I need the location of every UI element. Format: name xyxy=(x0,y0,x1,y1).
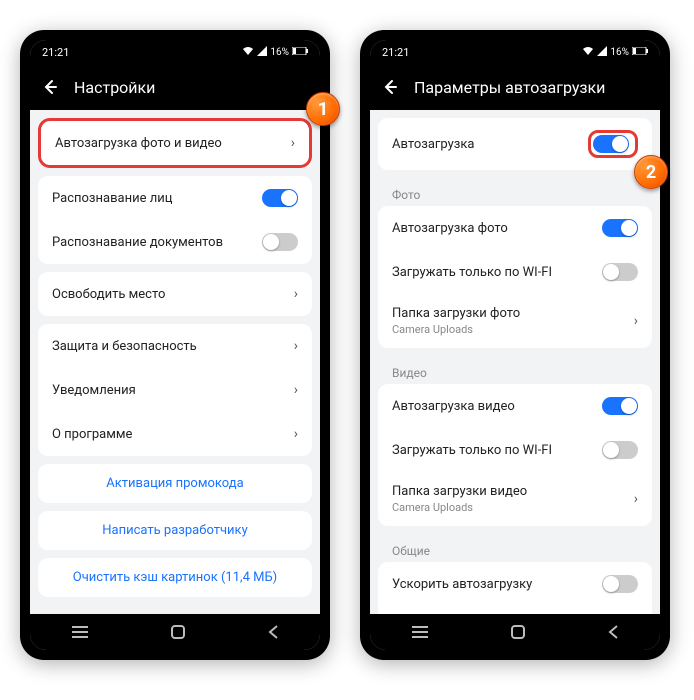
row-label: Загружать только по WI-FI xyxy=(392,265,602,280)
page-title: Настройки xyxy=(74,78,155,97)
chevron-right-icon: › xyxy=(294,286,298,302)
screen-1: 21:21 16% Настройки xyxy=(30,40,320,650)
security-row[interactable]: Защита и безопасность › xyxy=(38,324,312,368)
video-folder-row[interactable]: Папка загрузки видео Camera Uploads › xyxy=(378,472,652,526)
app-bar: Настройки xyxy=(30,64,320,110)
toggle-highlighted xyxy=(588,130,638,158)
signal-icon xyxy=(597,46,607,59)
doc-recognition-row[interactable]: Распознавание документов xyxy=(38,220,312,264)
status-bar: 21:21 16% xyxy=(30,40,320,64)
recognition-card: Распознавание лиц Распознавание документ… xyxy=(38,176,312,264)
status-icons: 16% xyxy=(242,46,308,59)
phone-frame-1: 21:21 16% Настройки xyxy=(20,30,330,660)
chevron-right-icon: › xyxy=(294,338,298,354)
autophoto-row[interactable]: Автозагрузка фото xyxy=(378,206,652,250)
chevron-right-icon: › xyxy=(294,426,298,442)
battery-text: 16% xyxy=(270,47,289,58)
row-label: Освободить место xyxy=(52,287,294,302)
section-video: Видео xyxy=(378,356,652,384)
autovideo-row[interactable]: Автозагрузка видео xyxy=(378,384,652,428)
row-label: Автозагрузка xyxy=(392,137,588,152)
content-area: Автозагрузка фото и видео › Распознавани… xyxy=(30,110,320,614)
toggle-off[interactable] xyxy=(602,441,638,459)
status-time: 21:21 xyxy=(42,46,69,59)
toggle-off[interactable] xyxy=(602,575,638,593)
row-label: Защита и безопасность xyxy=(52,339,294,354)
wifi-icon xyxy=(242,46,254,59)
nav-bar xyxy=(370,614,660,650)
toggle-on[interactable] xyxy=(602,397,638,415)
row-label: Уведомления xyxy=(52,383,294,398)
recents-icon[interactable] xyxy=(71,625,89,639)
toggle-on[interactable] xyxy=(593,135,629,153)
chevron-right-icon: › xyxy=(634,313,638,329)
callout-1: 1 xyxy=(306,92,340,126)
back-nav-icon[interactable] xyxy=(607,624,619,640)
battery-text: 16% xyxy=(610,47,629,58)
row-label: Папка загрузки фото xyxy=(392,306,634,321)
screen-2: 21:21 16% Параметры автозагрузки xyxy=(370,40,660,650)
speedup-row[interactable]: Ускорить автозагрузку xyxy=(378,562,652,606)
contact-dev-button[interactable]: Написать разработчику xyxy=(38,511,312,550)
autoupload-master-row[interactable]: Автозагрузка xyxy=(378,118,652,170)
free-space-row[interactable]: Освободить место › xyxy=(38,272,312,316)
status-time: 21:21 xyxy=(382,46,409,59)
row-label: Распознавание лиц xyxy=(52,191,262,206)
notifications-row[interactable]: Уведомления › xyxy=(38,368,312,412)
row-label: О программе xyxy=(52,427,294,442)
row-label: Загружать только по WI-FI xyxy=(392,443,602,458)
toggle-on[interactable] xyxy=(602,219,638,237)
signal-icon xyxy=(257,46,267,59)
chevron-right-icon: › xyxy=(294,382,298,398)
auto-upload-row-highlighted: Автозагрузка фото и видео › xyxy=(38,118,312,168)
content-area: Автозагрузка Фото Автозагрузка фото Загр… xyxy=(370,110,660,614)
battery-icon xyxy=(632,47,648,58)
back-nav-icon[interactable] xyxy=(267,624,279,640)
row-label: Ускорить автозагрузку xyxy=(392,577,602,592)
photo-folder-row[interactable]: Папка загрузки фото Camera Uploads › xyxy=(378,294,652,348)
common-card: Ускорить автозагрузку Выборочная загрузк… xyxy=(378,562,652,614)
back-icon[interactable] xyxy=(40,77,60,97)
phone-frame-2: 21:21 16% Параметры автозагрузки xyxy=(360,30,670,660)
row-sublabel: Camera Uploads xyxy=(392,501,634,514)
chevron-right-icon: › xyxy=(634,491,638,507)
autoupload-master-card: Автозагрузка xyxy=(378,118,652,170)
toggle-on[interactable] xyxy=(262,189,298,207)
section-common: Общие xyxy=(378,534,652,562)
row-label: Автозагрузка фото xyxy=(392,221,602,236)
auto-upload-row[interactable]: Автозагрузка фото и видео › xyxy=(41,121,309,165)
battery-icon xyxy=(292,47,308,58)
misc-card: Защита и безопасность › Уведомления › О … xyxy=(38,324,312,456)
row-label: Распознавание документов xyxy=(52,235,262,250)
callout-2: 2 xyxy=(634,155,668,189)
promo-code-button[interactable]: Активация промокода xyxy=(38,464,312,503)
toggle-off[interactable] xyxy=(262,233,298,251)
app-bar: Параметры автозагрузки xyxy=(370,64,660,110)
row-label: Автозагрузка видео xyxy=(392,399,602,414)
free-space-card: Освободить место › xyxy=(38,272,312,316)
home-icon[interactable] xyxy=(170,624,186,640)
clear-cache-button[interactable]: Очистить кэш картинок (11,4 МБ) xyxy=(38,558,312,597)
wifi-only-video-row[interactable]: Загружать только по WI-FI xyxy=(378,428,652,472)
video-card: Автозагрузка видео Загружать только по W… xyxy=(378,384,652,526)
photo-card: Автозагрузка фото Загружать только по WI… xyxy=(378,206,652,348)
home-icon[interactable] xyxy=(510,624,526,640)
recents-icon[interactable] xyxy=(411,625,429,639)
back-icon[interactable] xyxy=(380,77,400,97)
toggle-off[interactable] xyxy=(602,263,638,281)
selective-row[interactable]: Выборочная загрузка › xyxy=(378,606,652,614)
face-recognition-row[interactable]: Распознавание лиц xyxy=(38,176,312,220)
status-bar: 21:21 16% xyxy=(370,40,660,64)
nav-bar xyxy=(30,614,320,650)
row-label: Автозагрузка фото и видео xyxy=(55,136,291,151)
about-row[interactable]: О программе › xyxy=(38,412,312,456)
status-icons: 16% xyxy=(582,46,648,59)
wifi-only-photo-row[interactable]: Загружать только по WI-FI xyxy=(378,250,652,294)
row-label: Папка загрузки видео xyxy=(392,484,634,499)
chevron-right-icon: › xyxy=(291,135,295,151)
wifi-icon xyxy=(582,46,594,59)
row-sublabel: Camera Uploads xyxy=(392,323,634,336)
page-title: Параметры автозагрузки xyxy=(414,78,605,97)
section-photo: Фото xyxy=(378,178,652,206)
